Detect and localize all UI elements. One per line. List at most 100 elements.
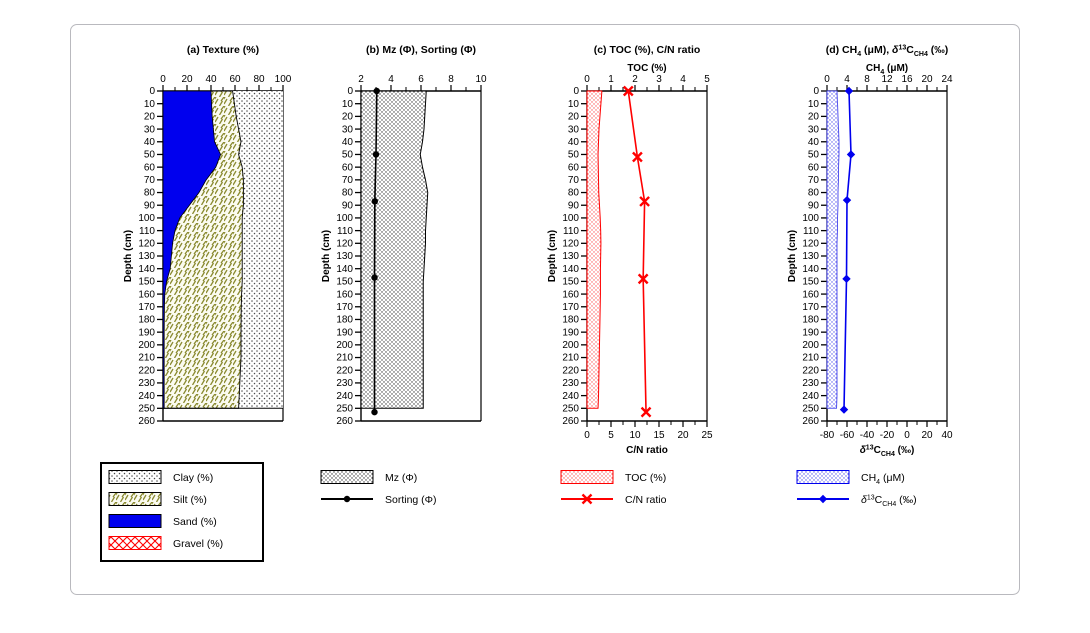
area-mz- [360, 90, 429, 409]
legend-swatch-gravel [108, 536, 162, 550]
top-axis-tick-label: 0 [160, 74, 166, 85]
legend-item[interactable]: C/N ratio [561, 493, 667, 506]
legend-item[interactable]: Silt (%) [108, 492, 207, 507]
data-point-marker [371, 274, 378, 281]
legend-label: Silt (%) [173, 494, 207, 506]
depth-axis-tick-label: 40 [808, 137, 820, 148]
depth-axis-tick-label: 80 [568, 188, 580, 199]
depth-axis-tick-label: 80 [808, 188, 820, 199]
depth-axis-tick-label: 240 [802, 391, 819, 402]
bottom-axis-tick-label: 5 [608, 430, 614, 441]
bottom-axis-tick-label: -80 [820, 430, 835, 441]
depth-axis-tick-label: 80 [342, 188, 354, 199]
depth-axis-tick-label: 120 [802, 239, 819, 250]
top-axis-tick-label: 0 [584, 74, 590, 85]
legend-swatch-ch4 [796, 470, 850, 484]
depth-axis-tick-label: 160 [138, 289, 155, 300]
depth-axis-tick-label: 200 [562, 340, 579, 351]
legend-item[interactable]: δ13CCH4 (‰) [797, 494, 917, 508]
depth-axis-tick-label: 90 [144, 200, 156, 211]
depth-axis-tick-label: 60 [808, 162, 820, 173]
panel-title: (b) Mz (Φ), Sorting (Φ) [366, 44, 476, 56]
area-toc- [586, 90, 603, 409]
top-axis-tick-label: 40 [205, 74, 217, 85]
top-axis-tick-label: 4 [680, 74, 686, 85]
data-point-marker [846, 150, 856, 159]
depth-axis-tick-label: 260 [138, 416, 155, 427]
top-axis-tick-label: 8 [864, 74, 870, 85]
legend-label: Mz (Φ) [385, 472, 417, 484]
legend-panel-b: Mz (Φ) Sorting (Φ) [320, 470, 437, 506]
depth-axis-tick-label: 210 [562, 353, 579, 364]
depth-axis-tick-label: 30 [808, 124, 820, 135]
depth-axis-tick-label: 250 [336, 404, 353, 415]
depth-axis-tick-label: 100 [802, 213, 819, 224]
top-axis-title: TOC (%) [627, 63, 666, 74]
depth-axis-tick-label: 180 [138, 315, 155, 326]
depth-axis-tick-label: 180 [562, 315, 579, 326]
depth-axis-tick-label: 140 [336, 264, 353, 275]
depth-axis-tick-label: 250 [562, 404, 579, 415]
bottom-axis-tick-label: 0 [584, 430, 590, 441]
depth-axis-tick-label: 230 [802, 378, 819, 389]
depth-axis-tick-label: 170 [138, 302, 155, 313]
depth-axis-tick-label: 190 [802, 327, 819, 338]
panel-d: (d) CH4 (μM), δ13CCH4 (‰)CH4 (μM)0 4 8 12 16… [787, 44, 953, 458]
bottom-axis-tick-label: 0 [904, 430, 910, 441]
top-axis-tick-label: 80 [253, 74, 265, 85]
depth-axis-tick-label: 130 [562, 251, 579, 262]
depth-axis-tick-label: 90 [808, 200, 820, 211]
depth-axis-tick-label: 210 [336, 353, 353, 364]
depth-axis-tick-label: 50 [342, 150, 354, 161]
line-c-n-ratio [627, 90, 647, 413]
legend-item[interactable]: CH4 (μM) [796, 470, 905, 487]
bottom-axis-tick-label: -20 [880, 430, 895, 441]
bottom-axis-title: δ13CCH4 (‰) [860, 445, 915, 459]
depth-axis-tick-label: 240 [562, 391, 579, 402]
top-axis-tick-label: 2 [632, 74, 638, 85]
depth-axis-tick-label: 180 [802, 315, 819, 326]
top-axis-tick-label: 24 [941, 74, 953, 85]
depth-axis-tick-label: 100 [562, 213, 579, 224]
depth-axis-tick-label: 200 [138, 340, 155, 351]
depth-axis-tick-label: 230 [336, 378, 353, 389]
bottom-axis-tick-label: 10 [629, 430, 641, 441]
top-axis-tick-label: 16 [901, 74, 913, 85]
depth-axis-tick-label: 210 [802, 353, 819, 364]
legend-marker-circle [343, 495, 351, 503]
legend-item[interactable]: TOC (%) [560, 470, 666, 485]
depth-axis-tick-label: 10 [342, 99, 354, 110]
depth-axis-tick-label: 50 [144, 150, 156, 161]
legend-label: TOC (%) [625, 472, 666, 484]
depth-axis-tick-label: 30 [568, 124, 580, 135]
depth-axis-tick-label: 10 [144, 99, 156, 110]
depth-axis-tick-label: 160 [336, 289, 353, 300]
legend-label: CH4 (μM) [861, 472, 905, 486]
depth-axis-tick-label: 250 [802, 404, 819, 415]
bottom-axis-tick-label: 20 [921, 430, 933, 441]
depth-axis-tick-label: 0 [347, 86, 353, 97]
depth-axis-tick-label: 190 [336, 327, 353, 338]
figure-frame: (a) Texture (%) 0 20 40 60 80 100 0 10 20 30 40 50 60… [70, 24, 1020, 595]
top-axis-tick-label: 5 [704, 74, 710, 85]
top-axis-tick-label: 4 [388, 74, 394, 85]
panel-a: (a) Texture (%)0 20 40 60 80 1000102030405060… [123, 44, 292, 427]
depth-axis-tick-label: 220 [562, 365, 579, 376]
depth-axis-tick-label: 260 [336, 416, 353, 427]
depth-axis-tick-label: 260 [562, 416, 579, 427]
panel-title: (d) CH4 (μM), δ13CCH4 (‰) [826, 44, 949, 58]
top-axis-tick-label: 3 [656, 74, 662, 85]
top-axis-tick-label: 1 [608, 74, 614, 85]
legend-item[interactable]: Clay (%) [108, 470, 213, 485]
legend-label: Clay (%) [173, 472, 213, 484]
depth-axis-title: Depth (cm) [547, 230, 558, 282]
legend-item[interactable]: Sorting (Φ) [321, 494, 437, 506]
panel-b: (b) Mz (Φ), Sorting (Φ)2 4 6 8 1001020304050… [321, 44, 487, 427]
legend-item[interactable]: Mz (Φ) [320, 470, 417, 485]
legend-label: Gravel (%) [173, 538, 223, 550]
depth-axis-tick-label: 20 [808, 112, 820, 123]
top-axis-tick-label: 2 [358, 74, 364, 85]
depth-axis-tick-label: 60 [342, 162, 354, 173]
depth-axis-tick-label: 50 [568, 150, 580, 161]
legend-marker-diamond [818, 494, 828, 504]
